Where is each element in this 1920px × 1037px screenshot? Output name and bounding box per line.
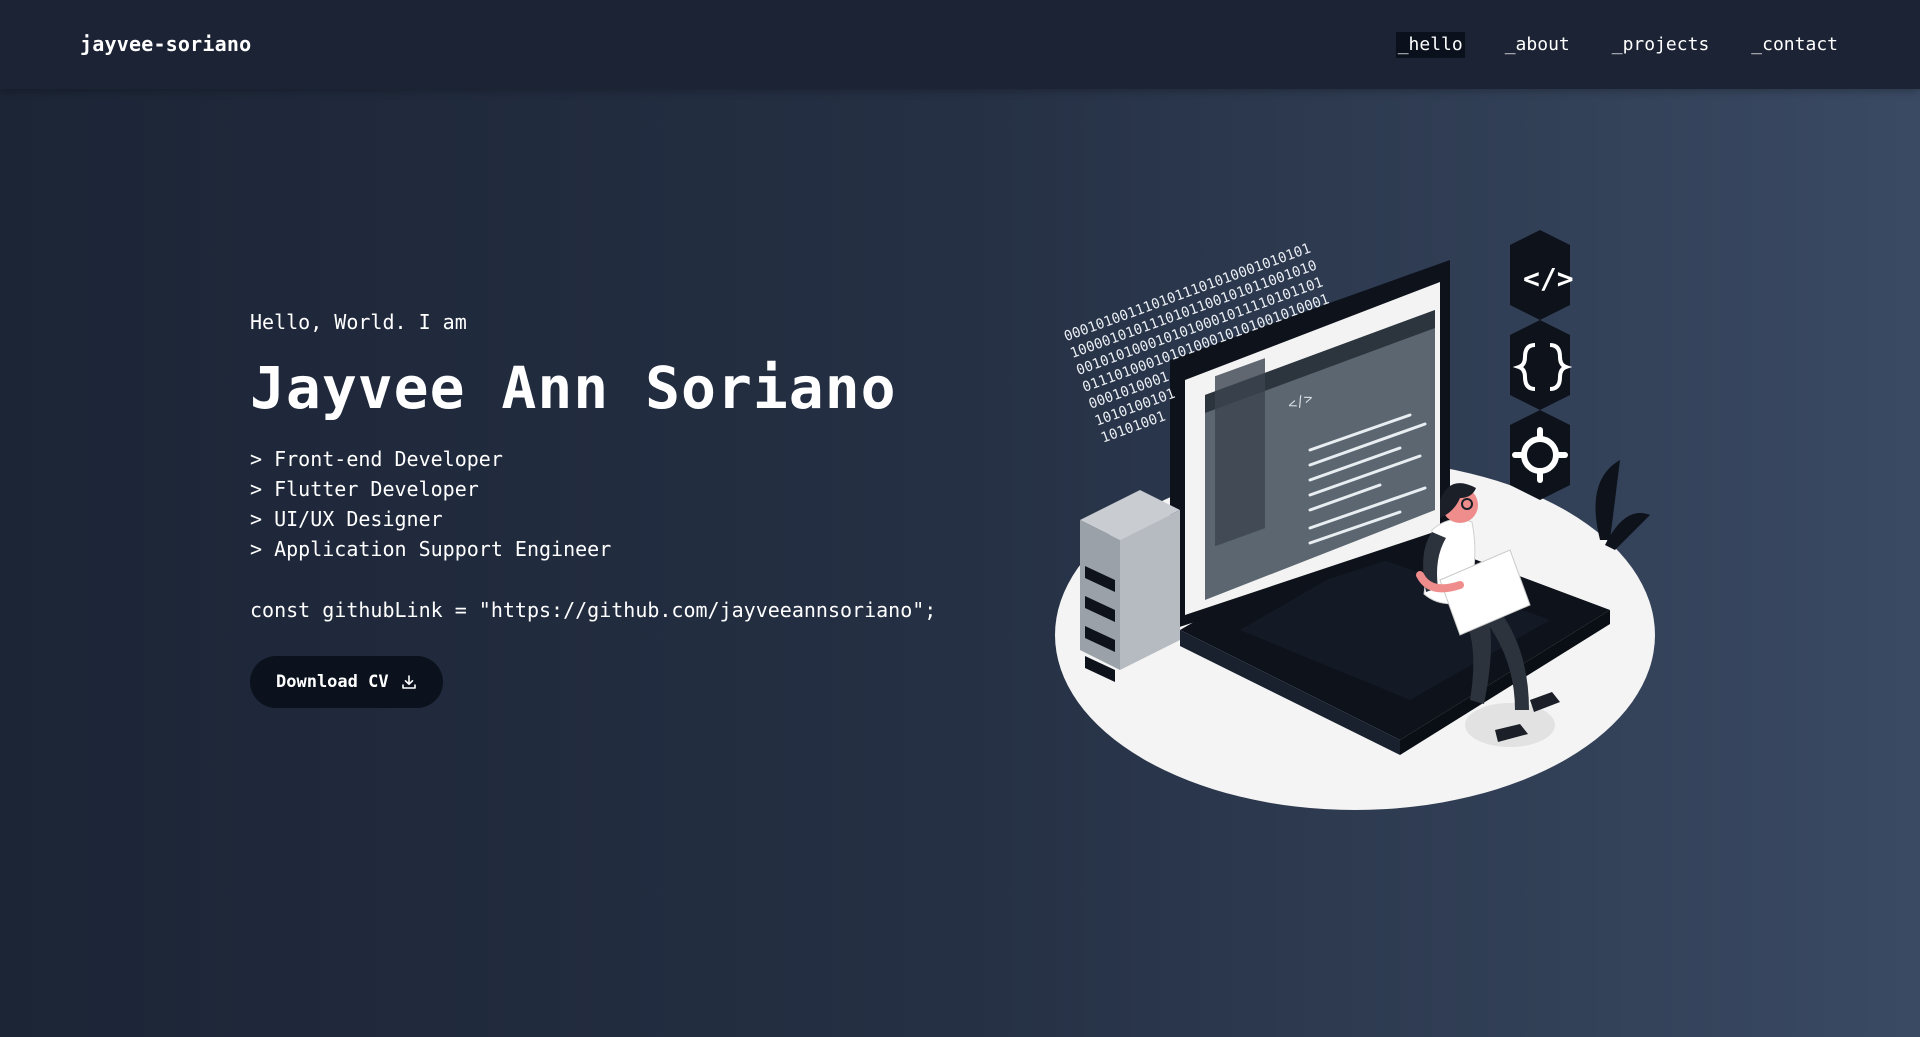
page-title: Jayvee Ann Soriano: [250, 354, 897, 422]
github-link-code: const githubLink = "https://github.com/j…: [250, 598, 937, 622]
code-icon-tag: </>: [1523, 262, 1574, 295]
brand-logo[interactable]: jayvee-soriano: [80, 32, 251, 56]
navbar: jayvee-soriano _hello _about _projects _…: [0, 0, 1920, 89]
role-item: > Flutter Developer: [250, 477, 479, 501]
roles-list: > Front-end Developer > Flutter Develope…: [250, 444, 1010, 564]
download-cv-button[interactable]: Download CV: [250, 656, 443, 708]
greeting: Hello, World. I am: [250, 310, 467, 334]
download-icon: [401, 674, 417, 690]
nav-links: _hello _about _projects _contact: [1395, 32, 1840, 58]
developer-illustration: </> 0001010011101011101010001010101 1000…: [1055, 230, 1655, 810]
hero-illustration: </> 0001010011101011101010001010101 1000…: [1040, 210, 1680, 830]
gear-icon: [1510, 410, 1570, 500]
plant-icon: [1595, 460, 1650, 550]
braces-icon: [1510, 320, 1573, 410]
nav-projects[interactable]: _projects: [1610, 32, 1712, 58]
code-icon: </>: [1510, 230, 1574, 320]
download-cv-label: Download CV: [276, 672, 389, 692]
nav-hello[interactable]: _hello: [1395, 32, 1465, 58]
hero-section: Hello, World. I am Jayvee Ann Soriano > …: [250, 310, 1010, 708]
role-item: > UI/UX Designer: [250, 507, 443, 531]
nav-about[interactable]: _about: [1503, 32, 1572, 58]
nav-contact[interactable]: _contact: [1749, 32, 1840, 58]
role-item: > Application Support Engineer: [250, 537, 612, 561]
role-item: > Front-end Developer: [250, 447, 503, 471]
